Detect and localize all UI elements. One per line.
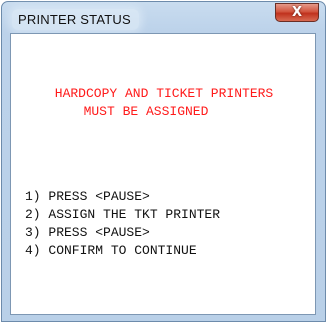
instruction-step: 3) PRESS <PAUSE> [25, 225, 150, 240]
instruction-step: 2) ASSIGN THE TKT PRINTER [25, 207, 221, 222]
warning-line-1: HARDCOPY AND TICKET PRINTERS [54, 86, 274, 101]
instruction-step: 1) PRESS <PAUSE> [25, 189, 150, 204]
title-bar[interactable]: PRINTER STATUS X [2, 2, 325, 34]
printer-status-window: PRINTER STATUS X HARDCOPY AND TICKET PRI… [1, 1, 326, 322]
instruction-step: 4) CONFIRM TO CONTINUE [25, 243, 197, 258]
warning-line-2: MUST BE ASSIGNED [83, 104, 209, 119]
message-panel: HARDCOPY AND TICKET PRINTERS MUST BE ASSI… [10, 33, 316, 315]
window-title: PRINTER STATUS [12, 9, 139, 30]
warning-message: HARDCOPY AND TICKET PRINTERS MUST BE ASSI… [17, 85, 311, 121]
instruction-list: 1) PRESS <PAUSE> 2) ASSIGN THE TKT PRINT… [25, 188, 220, 260]
close-button[interactable]: X [275, 3, 319, 22]
close-icon: X [291, 5, 303, 20]
warning-text: HARDCOPY AND TICKET PRINTERS MUST BE ASSI… [17, 85, 311, 121]
